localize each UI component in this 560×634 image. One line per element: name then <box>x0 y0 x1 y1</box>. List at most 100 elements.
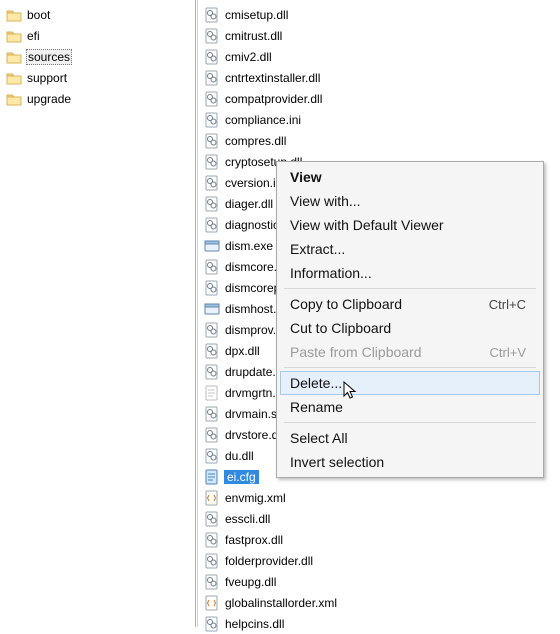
context-menu-item-label: Invert selection <box>290 454 384 470</box>
context-menu-item-label: Cut to Clipboard <box>290 320 391 336</box>
file-item[interactable]: helpcins.dll <box>202 613 560 634</box>
file-item[interactable]: cntrtextinstaller.dll <box>202 67 560 88</box>
file-item[interactable]: globalinstallorder.xml <box>202 592 560 613</box>
context-menu: View View with... View with Default Viewer… <box>276 161 544 478</box>
file-item[interactable]: compliance.ini <box>202 109 560 130</box>
file-item-label: cntrtextinstaller.dll <box>224 71 321 85</box>
exe-file-icon <box>204 238 220 254</box>
file-item[interactable]: cmitrust.dll <box>202 25 560 46</box>
dll-file-icon <box>204 7 220 23</box>
context-menu-shortcut: Ctrl+C <box>489 297 526 312</box>
folder-icon <box>6 7 22 23</box>
dll-file-icon <box>204 511 220 527</box>
xml-file-icon <box>204 595 220 611</box>
context-menu-item: Paste from ClipboardCtrl+V <box>280 340 540 364</box>
file-item-label: compliance.ini <box>224 113 302 127</box>
file-item-label: cmitrust.dll <box>224 29 283 43</box>
file-item[interactable]: fveupg.dll <box>202 571 560 592</box>
file-item-label: folderprovider.dll <box>224 554 314 568</box>
context-menu-separator <box>284 367 536 368</box>
file-item-label: fastprox.dll <box>224 533 284 547</box>
context-menu-item-label: View <box>290 169 322 185</box>
dll-file-icon <box>204 322 220 338</box>
file-item-label: helpcins.dll <box>224 617 285 631</box>
dll-file-icon <box>204 280 220 296</box>
dll-file-icon <box>204 154 220 170</box>
context-menu-item[interactable]: Cut to Clipboard <box>280 316 540 340</box>
dll-file-icon <box>204 133 220 149</box>
dll-file-icon <box>204 70 220 86</box>
context-menu-item[interactable]: Extract... <box>280 237 540 261</box>
txt-file-icon <box>204 385 220 401</box>
file-item[interactable]: cmisetup.dll <box>202 4 560 25</box>
file-item-label: globalinstallorder.xml <box>224 596 338 610</box>
context-menu-item[interactable]: Information... <box>280 261 540 285</box>
dll-file-icon <box>204 217 220 233</box>
context-menu-shortcut: Ctrl+V <box>490 345 526 360</box>
folder-icon <box>6 28 22 44</box>
context-menu-item-label: View with Default Viewer <box>290 217 444 233</box>
tree-item-label: boot <box>26 8 51 22</box>
context-menu-separator <box>284 288 536 289</box>
tree-item-label: efi <box>26 29 41 43</box>
folder-icon <box>6 49 22 65</box>
file-item-label: esscli.dll <box>224 512 271 526</box>
context-menu-item[interactable]: Select All <box>280 426 540 450</box>
context-menu-item[interactable]: Delete... <box>280 371 540 395</box>
context-menu-item-label: Delete... <box>290 375 342 391</box>
dll-file-icon <box>204 448 220 464</box>
file-item-label: envmig.xml <box>224 491 287 505</box>
file-item[interactable]: folderprovider.dll <box>202 550 560 571</box>
file-item-label: cmisetup.dll <box>224 8 289 22</box>
folder-icon <box>6 70 22 86</box>
tree-item-label: support <box>26 71 68 85</box>
exe-file-icon <box>204 301 220 317</box>
context-menu-item[interactable]: Copy to Clipboard Ctrl+C <box>280 292 540 316</box>
file-item-label: ei.cfg <box>224 470 259 484</box>
dll-file-icon <box>204 532 220 548</box>
tree-item-label: sources <box>26 49 72 65</box>
context-menu-item[interactable]: View with... <box>280 189 540 213</box>
file-item-label: compres.dll <box>224 134 287 148</box>
context-menu-item-label: Select All <box>290 430 348 446</box>
xml-file-icon <box>204 490 220 506</box>
dll-file-icon <box>204 259 220 275</box>
tree-item-upgrade[interactable]: upgrade <box>4 88 195 109</box>
context-menu-item[interactable]: View with Default Viewer <box>280 213 540 237</box>
file-item[interactable]: esscli.dll <box>202 508 560 529</box>
context-menu-item-label: Extract... <box>290 241 345 257</box>
dll-file-icon <box>204 364 220 380</box>
tree-item-sources[interactable]: sources <box>4 46 195 67</box>
tree-item-label: upgrade <box>26 92 72 106</box>
file-item-label: cmiv2.dll <box>224 50 273 64</box>
tree-item-efi[interactable]: efi <box>4 25 195 46</box>
dll-file-icon <box>204 574 220 590</box>
file-item-label: dism.exe <box>224 239 274 253</box>
tree-item-support[interactable]: support <box>4 67 195 88</box>
file-item[interactable]: cmiv2.dll <box>202 46 560 67</box>
tree-item-boot[interactable]: boot <box>4 4 195 25</box>
context-menu-item-label: Rename <box>290 399 343 415</box>
context-menu-item[interactable]: Invert selection <box>280 450 540 474</box>
dll-file-icon <box>204 49 220 65</box>
file-item[interactable]: compatprovider.dll <box>202 88 560 109</box>
dll-file-icon <box>204 616 220 632</box>
file-item-label: du.dll <box>224 449 255 463</box>
context-menu-item-label: Information... <box>290 265 372 281</box>
dll-file-icon <box>204 91 220 107</box>
file-item[interactable]: compres.dll <box>202 130 560 151</box>
ini-file-icon <box>204 175 220 191</box>
folder-tree[interactable]: boot efi sources support upgrade <box>0 0 195 627</box>
file-item-label: fveupg.dll <box>224 575 277 589</box>
file-item[interactable]: fastprox.dll <box>202 529 560 550</box>
context-menu-item[interactable]: View <box>280 165 540 189</box>
ini-file-icon <box>204 112 220 128</box>
dll-file-icon <box>204 427 220 443</box>
context-menu-item-label: Copy to Clipboard <box>290 296 402 312</box>
context-menu-item[interactable]: Rename <box>280 395 540 419</box>
dll-file-icon <box>204 28 220 44</box>
folder-icon <box>6 91 22 107</box>
dll-file-icon <box>204 343 220 359</box>
file-item-label: diager.dll <box>224 197 274 211</box>
file-item[interactable]: envmig.xml <box>202 487 560 508</box>
